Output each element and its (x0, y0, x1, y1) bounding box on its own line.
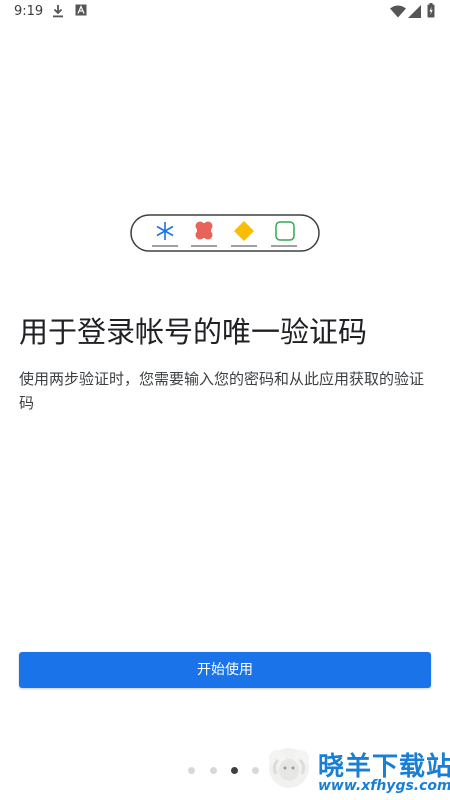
page-dot-3[interactable] (231, 767, 238, 774)
watermark-url: www.xfhygs.com (318, 778, 450, 794)
red-cloud-icon (191, 221, 217, 247)
status-time: 9:19 (14, 4, 44, 19)
asterisk-icon (152, 222, 178, 247)
page-title: 用于登录帐号的唯一验证码 (19, 315, 368, 349)
page-dot-4[interactable] (252, 767, 259, 774)
sheep-logo-icon (269, 748, 309, 788)
font-a-icon (75, 4, 87, 16)
page-dot-1[interactable] (188, 767, 195, 774)
battery-icon (427, 3, 435, 18)
authenticator-illustration (130, 214, 320, 252)
wifi-icon (390, 5, 406, 18)
status-bar: 9:19 (0, 0, 450, 24)
signal-icon (408, 5, 421, 18)
screen: 9:19 用于登录帐号的唯一验证码 使用两步验证时，您需要输入您的密码和从此应用… (0, 0, 450, 800)
green-square-icon (271, 221, 297, 247)
get-started-button[interactable]: 开始使用 (19, 652, 431, 688)
watermark: 晓羊下载站 www.xfhygs.com (262, 738, 450, 798)
page-description: 使用两步验证时，您需要输入您的密码和从此应用获取的验证码 (19, 370, 425, 412)
download-icon (53, 5, 63, 18)
page-dot-2[interactable] (210, 767, 217, 774)
orange-diamond-icon (231, 221, 257, 247)
